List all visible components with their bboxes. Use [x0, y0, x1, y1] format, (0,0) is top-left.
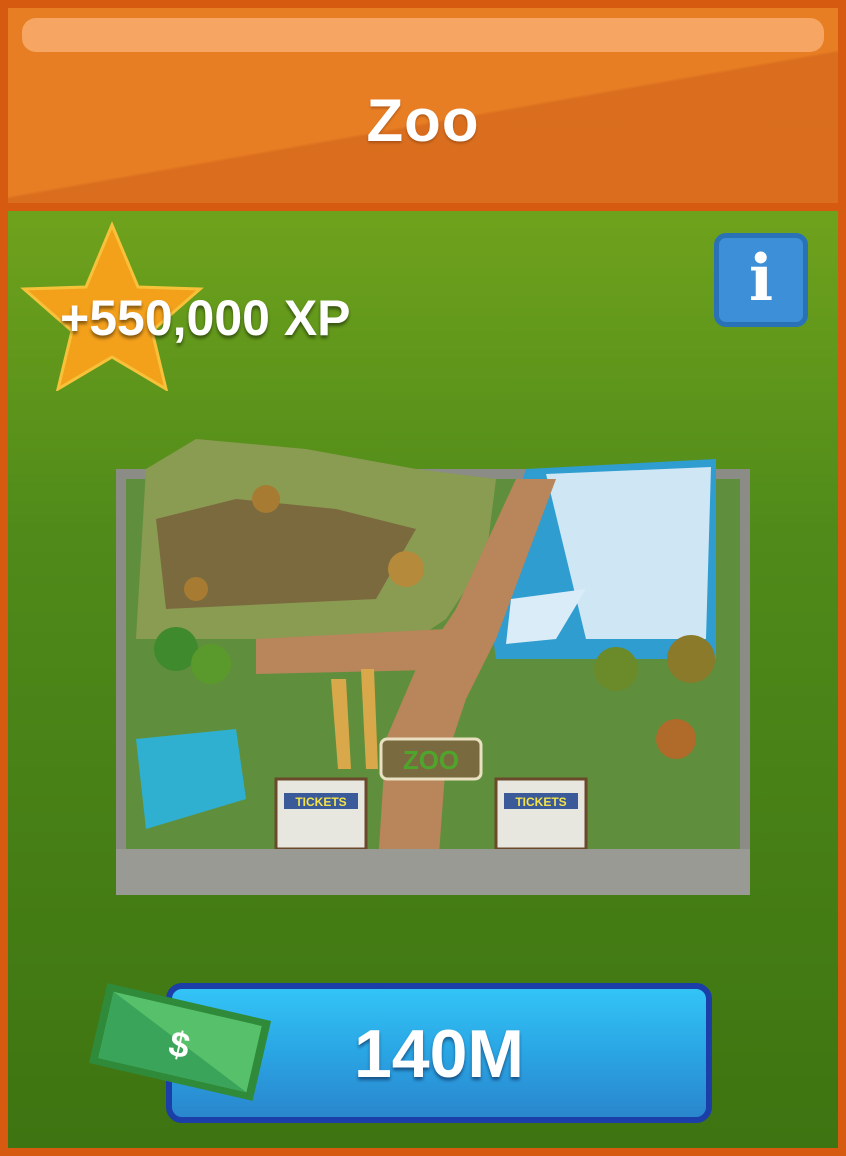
ticket-booth-right-label: TICKETS — [515, 795, 566, 809]
header-gloss — [22, 18, 824, 52]
xp-reward: +550,000 XP — [60, 290, 351, 346]
building-card: Zoo +550,000 XP i ZOO TICKETS TICKETS 14… — [0, 0, 846, 1156]
building-title: Zoo — [366, 87, 480, 154]
ticket-booth-left-label: TICKETS — [295, 795, 346, 809]
zoo-sign: ZOO — [403, 745, 459, 775]
info-button[interactable]: i — [714, 233, 808, 327]
header-bar: Zoo — [8, 8, 838, 203]
content-panel: +550,000 XP i ZOO TICKETS TICKETS 140M $ — [8, 211, 838, 1148]
zoo-building-image: ZOO TICKETS TICKETS — [116, 439, 750, 895]
